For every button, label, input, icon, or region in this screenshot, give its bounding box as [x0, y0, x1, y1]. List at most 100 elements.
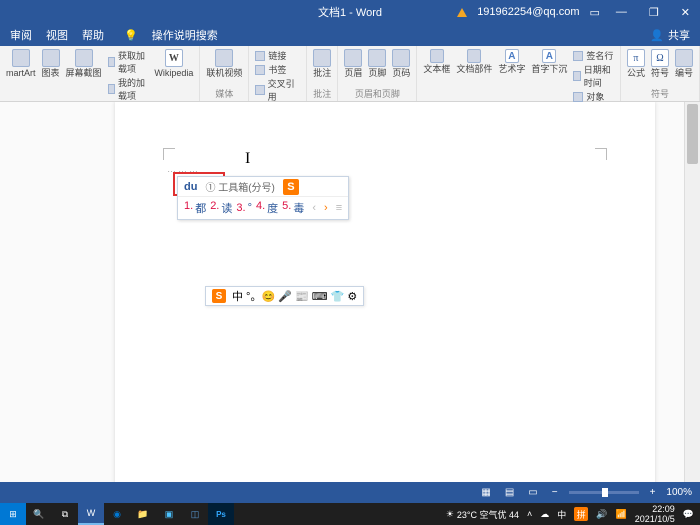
- sogou-tray-icon[interactable]: 拼: [574, 507, 588, 521]
- ribbon-opts-icon[interactable]: ▭: [590, 6, 600, 19]
- bulb-icon: 💡: [124, 29, 138, 42]
- page[interactable]: I ……… du ① 工具箱(分号) S 1.都 2.读 3.° 4.度 5.毒…: [115, 102, 655, 502]
- tab-help[interactable]: 帮助: [82, 27, 104, 43]
- title-bar: 文档1 - Word 191962254@qq.com ▭ — ❐ ✕: [0, 0, 700, 24]
- ime-cand-4[interactable]: 4.度: [256, 200, 278, 216]
- zoom-in-button[interactable]: +: [647, 487, 659, 498]
- share-area[interactable]: 👤 共享: [650, 27, 690, 43]
- ime-candidate-window: du ① 工具箱(分号) S 1.都 2.读 3.° 4.度 5.毒 ‹ › ≡: [177, 176, 349, 220]
- ime-cand-2[interactable]: 2.读: [210, 200, 232, 216]
- notifications-icon[interactable]: 💬: [683, 509, 694, 520]
- tab-review[interactable]: 审阅: [10, 27, 32, 43]
- comment-button[interactable]: 批注: [313, 49, 331, 78]
- online-video-button[interactable]: 联机视频: [206, 49, 242, 78]
- get-addins-button[interactable]: 获取加载项: [108, 49, 149, 75]
- taskbar: ⊞ 🔍 ⧉ W ◉ 📁 ▣ ◫ Ps ☀ 23°C 空气优 44 ˄ ☁ 中 拼…: [0, 503, 700, 525]
- ime-input-text: du: [184, 181, 197, 193]
- volume-icon[interactable]: 🔊: [596, 509, 607, 520]
- sogou-bar-icon: S: [212, 289, 226, 303]
- weather-widget[interactable]: ☀ 23°C 空气优 44: [446, 508, 519, 521]
- user-icon: 👤: [650, 29, 664, 42]
- equation-button[interactable]: π公式: [627, 49, 645, 78]
- ime-prev-icon[interactable]: ‹: [312, 202, 316, 214]
- ribbon-group-comments: 批注 批注: [307, 46, 338, 101]
- text-cursor-icon: I: [245, 150, 250, 168]
- ime-next-icon[interactable]: ›: [324, 202, 328, 214]
- link-button[interactable]: 链接: [255, 49, 300, 62]
- ime-cand-1[interactable]: 1.都: [184, 200, 206, 216]
- number-button[interactable]: 编号: [675, 49, 693, 78]
- system-tray: ☀ 23°C 空气优 44 ˄ ☁ 中 拼 🔊 📶 22:09 2021/10/…: [446, 504, 700, 524]
- ime-cand-3[interactable]: 3.°: [236, 202, 252, 214]
- ribbon-group-addins: martArt 图表 屏幕截图 获取加载项 我的加载项 WWikipedia 加…: [0, 46, 200, 101]
- clock[interactable]: 22:09 2021/10/5: [635, 504, 675, 524]
- ribbon-group-links: 链接 书签 交叉引用 链接: [249, 46, 307, 101]
- header-button[interactable]: 页眉: [344, 49, 362, 78]
- warning-icon: [457, 8, 467, 17]
- my-addins-button[interactable]: 我的加载项: [108, 76, 149, 102]
- ribbon-group-symbols: π公式 Ω符号 编号 符号: [621, 46, 700, 101]
- ime-status-bar[interactable]: S 中 °。😊 🎤 📰 ⌨ 👕 ⚙: [205, 286, 364, 306]
- chart-button[interactable]: 图表: [42, 49, 60, 78]
- view-print-icon[interactable]: ▤: [502, 487, 517, 498]
- status-bar: ▦ ▤ ▭ − + 100%: [0, 482, 700, 503]
- crossref-button[interactable]: 交叉引用: [255, 77, 300, 103]
- taskbar-app2[interactable]: ◫: [182, 503, 208, 525]
- taskbar-app1[interactable]: ▣: [156, 503, 182, 525]
- ribbon-group-text: 文本框 文档部件 A艺术字 A首字下沉 签名行 日期和时间 对象 文本: [417, 46, 621, 101]
- document-area: I ……… du ① 工具箱(分号) S 1.都 2.读 3.° 4.度 5.毒…: [0, 102, 700, 502]
- taskbar-photoshop[interactable]: Ps: [208, 503, 234, 525]
- title-right: 191962254@qq.com ▭ — ❐ ✕: [457, 6, 696, 19]
- scroll-thumb[interactable]: [687, 104, 698, 164]
- lang-cn-icon[interactable]: 中: [557, 508, 566, 521]
- screenshot-button[interactable]: 屏幕截图: [66, 49, 102, 78]
- sun-icon: ☀: [446, 509, 454, 520]
- smartart-button[interactable]: martArt: [6, 49, 36, 78]
- zoom-out-button[interactable]: −: [549, 487, 561, 498]
- onedrive-icon[interactable]: ☁: [540, 509, 549, 520]
- share-label: 共享: [668, 27, 690, 43]
- ime-candidates: 1.都 2.读 3.° 4.度 5.毒 ‹ › ≡: [178, 197, 348, 219]
- margin-corner-tl: [163, 148, 175, 160]
- minimize-button[interactable]: —: [610, 6, 633, 18]
- window-title: 文档1 - Word: [318, 4, 382, 20]
- view-web-icon[interactable]: ▭: [525, 487, 540, 498]
- bookmark-button[interactable]: 书签: [255, 63, 300, 76]
- docparts-button[interactable]: 文档部件: [456, 49, 492, 74]
- textbox-button[interactable]: 文本框: [423, 49, 450, 74]
- tell-me[interactable]: 操作说明搜索: [152, 27, 218, 43]
- search-button[interactable]: 🔍: [26, 503, 52, 525]
- ribbon-group-media: 联机视频 媒体: [200, 46, 249, 101]
- restore-button[interactable]: ❐: [643, 6, 665, 19]
- dropcap-button[interactable]: A首字下沉: [531, 49, 567, 74]
- taskview-button[interactable]: ⧉: [52, 503, 78, 525]
- ribbon-group-headerfooter: 页眉 页脚 页码 页眉和页脚: [338, 46, 417, 101]
- tray-up-icon[interactable]: ˄: [527, 509, 532, 519]
- pagenum-button[interactable]: 页码: [392, 49, 410, 78]
- zoom-level[interactable]: 100%: [666, 487, 692, 498]
- start-button[interactable]: ⊞: [0, 503, 26, 525]
- ime-menu-icon[interactable]: ≡: [336, 202, 342, 214]
- ime-bar-content: 中 °。😊 🎤 📰 ⌨ 👕 ⚙: [232, 288, 357, 304]
- sogou-logo-icon: S: [283, 179, 299, 195]
- footer-button[interactable]: 页脚: [368, 49, 386, 78]
- user-email: 191962254@qq.com: [477, 6, 579, 18]
- ime-cand-5[interactable]: 5.毒: [282, 200, 304, 216]
- ime-toolbox-label[interactable]: ① 工具箱(分号): [205, 179, 274, 194]
- wordart-button[interactable]: A艺术字: [498, 49, 525, 74]
- view-focus-icon[interactable]: ▦: [478, 487, 493, 498]
- ribbon: martArt 图表 屏幕截图 获取加载项 我的加载项 WWikipedia 加…: [0, 46, 700, 102]
- vertical-scrollbar[interactable]: ▴ ▾: [684, 102, 700, 502]
- taskbar-edge[interactable]: ◉: [104, 503, 130, 525]
- symbol-button[interactable]: Ω符号: [651, 49, 669, 78]
- close-button[interactable]: ✕: [675, 6, 696, 19]
- taskbar-word[interactable]: W: [78, 503, 104, 525]
- zoom-slider[interactable]: [569, 491, 639, 494]
- wikipedia-button[interactable]: WWikipedia: [154, 49, 193, 78]
- margin-corner-tr: [595, 148, 607, 160]
- taskbar-explorer[interactable]: 📁: [130, 503, 156, 525]
- tab-view[interactable]: 视图: [46, 27, 68, 43]
- datetime-button[interactable]: 日期和时间: [573, 63, 614, 89]
- signature-button[interactable]: 签名行: [573, 49, 614, 62]
- network-icon[interactable]: 📶: [616, 509, 627, 520]
